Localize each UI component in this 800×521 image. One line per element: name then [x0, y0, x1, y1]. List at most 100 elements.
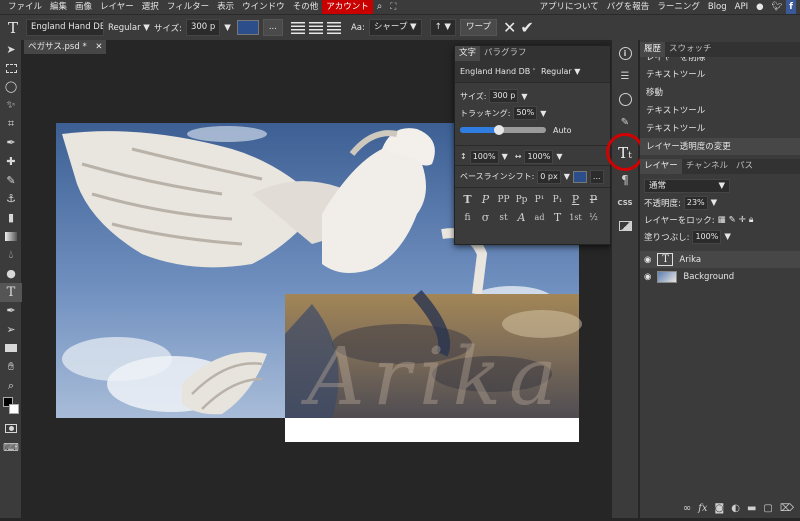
text-orientation-select[interactable]: ↑ ▼	[429, 19, 456, 36]
glyph-all-caps[interactable]: PP	[495, 191, 512, 208]
document-tab[interactable]: ペガサス.psd * ✕	[24, 40, 106, 54]
magic-wand-tool-icon[interactable]: ✨︎	[0, 96, 22, 115]
cp-font-style[interactable]: Regular ▼	[541, 67, 580, 76]
tab-layers[interactable]: レイヤー	[640, 159, 682, 174]
glyph-strikethrough[interactable]: P	[585, 191, 602, 208]
menu-blog[interactable]: Blog	[704, 0, 731, 14]
glyph-superscript[interactable]: P¹	[531, 191, 548, 208]
zoom-tool-icon[interactable]: ⌕	[0, 376, 22, 395]
opacity-field[interactable]: 23%	[683, 195, 708, 210]
tab-paragraph[interactable]: パラグラフ	[480, 46, 531, 61]
chevron-down-icon[interactable]: ▼	[564, 172, 570, 181]
adjustments-icon[interactable]: ☰	[612, 65, 638, 88]
menu-file[interactable]: ファイル	[4, 0, 46, 14]
tab-channels[interactable]: チャンネル	[682, 159, 732, 174]
menu-api[interactable]: API	[731, 0, 752, 14]
font-family-select[interactable]: England Hand DB '	[26, 19, 104, 36]
color-swatches[interactable]	[0, 395, 22, 419]
info-icon[interactable]: i	[612, 42, 638, 65]
paragraph-panel-icon[interactable]: ¶	[612, 168, 638, 191]
menu-about[interactable]: アプリについて	[536, 0, 603, 14]
chevron-down-icon[interactable]: ▼	[556, 152, 562, 161]
glyph-oldstyle[interactable]: ad	[531, 209, 548, 226]
glyph-small-caps[interactable]: Pp	[513, 191, 530, 208]
cp-hscale-field[interactable]: 100%	[524, 149, 554, 164]
layer-row[interactable]: ◉ T Arika	[640, 251, 800, 268]
cp-vscale-field[interactable]: 100%	[469, 149, 499, 164]
font-size-field[interactable]: 300 p	[185, 19, 221, 36]
glyph-faux-bold[interactable]: T	[459, 191, 476, 208]
cp-color-swatch[interactable]	[572, 170, 587, 183]
facebook-icon[interactable]: f	[786, 0, 796, 14]
menu-learning[interactable]: ラーニング	[653, 0, 704, 14]
chevron-down-icon[interactable]: ▼	[521, 92, 527, 101]
antialias-select[interactable]: シャープ ▼	[368, 19, 422, 36]
background-color[interactable]	[9, 404, 19, 415]
quick-mask-icon[interactable]	[0, 419, 22, 438]
tab-history[interactable]: 履歴	[640, 42, 666, 57]
more-button[interactable]: ...	[262, 19, 283, 36]
dodge-tool-icon[interactable]: ●	[0, 264, 22, 283]
layer-name[interactable]: Background	[683, 272, 734, 282]
history-item[interactable]: テキストツール	[640, 66, 800, 84]
history-item[interactable]: 移動	[640, 84, 800, 102]
add-mask-icon[interactable]: ◙	[715, 503, 725, 514]
font-style-select[interactable]: Regular ▼	[108, 23, 150, 33]
glyph-discretionary-ligatures[interactable]: st	[495, 209, 512, 226]
layer-name[interactable]: Arika	[679, 255, 701, 265]
character-panel-icon[interactable]: Tt	[606, 133, 644, 171]
eraser-tool-icon[interactable]: ▮	[0, 208, 22, 227]
chevron-down-icon[interactable]: ▼	[502, 152, 508, 161]
glyph-stylistic[interactable]: A	[513, 209, 530, 226]
chevron-down-icon[interactable]: ▼	[224, 23, 231, 33]
path-select-tool-icon[interactable]: ➢	[0, 320, 22, 339]
align-center-icon[interactable]	[308, 21, 323, 34]
menu-report-bug[interactable]: バグを報告	[603, 0, 654, 14]
eyedropper-tool-icon[interactable]: ✒︎	[0, 133, 22, 152]
glyph-underline[interactable]: P	[567, 191, 584, 208]
menu-select[interactable]: 選択	[138, 0, 163, 14]
menu-edit[interactable]: 編集	[46, 0, 71, 14]
glyph-titling[interactable]: T	[549, 209, 566, 226]
type-tool-icon[interactable]: T	[0, 282, 22, 302]
blend-mode-select[interactable]: 通常 ▼	[644, 178, 730, 193]
lock-move-icon[interactable]: ✛	[739, 215, 746, 225]
glyph-ordinals[interactable]: 1st	[567, 209, 584, 226]
history-item[interactable]: レイヤーを削除	[640, 57, 800, 66]
chevron-down-icon[interactable]: ▼	[540, 109, 546, 118]
menu-window[interactable]: ウインドウ	[238, 0, 289, 14]
cp-size-field[interactable]: 300 p	[489, 89, 519, 103]
marquee-tool-icon[interactable]	[0, 59, 22, 78]
lock-all-icon[interactable]: 🔒︎	[749, 215, 754, 225]
link-layers-icon[interactable]: ∞	[683, 503, 691, 514]
lock-brush-icon[interactable]: ✎	[729, 215, 736, 225]
navigator-icon[interactable]	[612, 88, 638, 111]
gradient-tool-icon[interactable]	[0, 227, 22, 246]
brush-tool-icon[interactable]: ✎	[0, 171, 22, 190]
pen-tool-icon[interactable]: ✒	[0, 302, 22, 321]
css-icon[interactable]: CSS	[612, 191, 638, 214]
crop-tool-icon[interactable]: ⌗	[0, 115, 22, 134]
warp-button[interactable]: ワープ	[459, 19, 497, 36]
image-panel-icon[interactable]	[612, 214, 638, 237]
glyph-ligatures[interactable]: fi	[459, 209, 476, 226]
menu-image[interactable]: 画像	[71, 0, 96, 14]
search-icon[interactable]: ⌕	[373, 0, 387, 14]
move-tool-icon[interactable]: ➤	[0, 40, 22, 59]
close-tab-icon[interactable]: ✕	[95, 42, 102, 52]
menu-layer[interactable]: レイヤー	[96, 0, 138, 14]
history-item-current[interactable]: レイヤー透明度の変更	[640, 138, 800, 155]
history-item[interactable]: テキストツール	[640, 102, 800, 120]
cp-more-button[interactable]: ...	[589, 169, 604, 184]
align-left-icon[interactable]	[290, 21, 305, 34]
text-color-swatch[interactable]	[236, 20, 259, 35]
menu-view[interactable]: 表示	[213, 0, 238, 14]
cp-tracking-field[interactable]: 50%	[513, 106, 538, 120]
fill-field[interactable]: 100%	[692, 229, 722, 244]
adjustment-layer-icon[interactable]: ◐	[731, 503, 740, 514]
twitter-icon[interactable]: 🐦︎	[768, 0, 787, 14]
glyph-swash[interactable]: σ	[477, 209, 494, 226]
history-item[interactable]: テキストツール	[640, 120, 800, 138]
canvas-layer-text[interactable]: Arika	[300, 330, 565, 423]
glyph-subscript[interactable]: P₁	[549, 191, 566, 208]
